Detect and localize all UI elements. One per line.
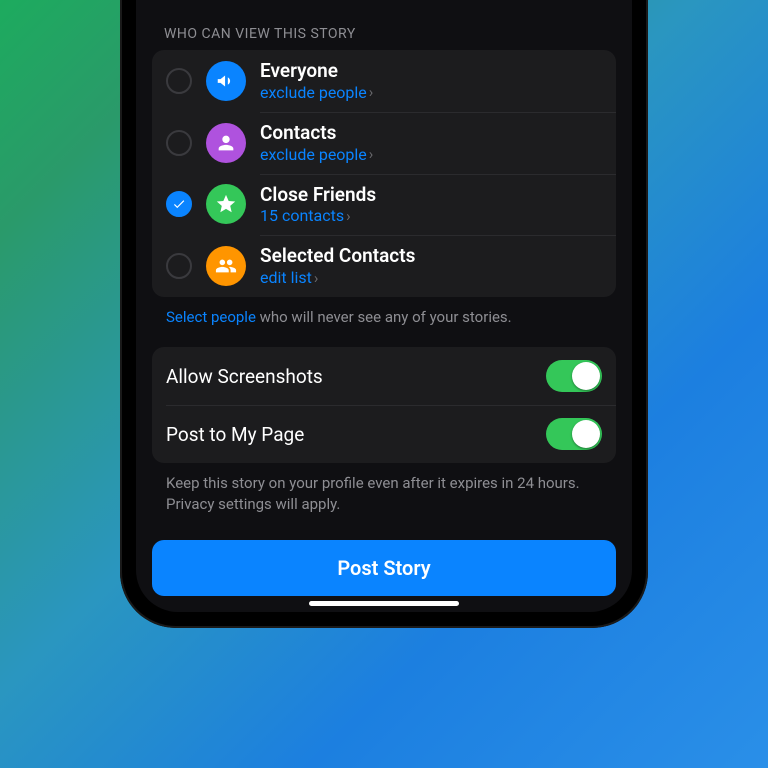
radio-icon[interactable] <box>166 68 192 94</box>
switch-icon[interactable] <box>546 360 602 392</box>
audience-row-contacts[interactable]: Contacts exclude people › <box>152 112 616 174</box>
audience-row-everyone[interactable]: Everyone exclude people › <box>152 50 616 112</box>
person-icon <box>206 123 246 163</box>
phone-frame: WHO CAN VIEW THIS STORY Everyone exclude… <box>120 0 648 628</box>
row-title: Close Friends <box>260 184 602 207</box>
chevron-right-icon: › <box>369 83 374 101</box>
screen: WHO CAN VIEW THIS STORY Everyone exclude… <box>136 0 632 612</box>
radio-icon[interactable] <box>166 253 192 279</box>
row-title: Contacts <box>260 122 602 145</box>
star-icon <box>206 184 246 224</box>
chevron-right-icon: › <box>369 145 374 163</box>
row-title: Selected Contacts <box>260 245 602 268</box>
row-title: Everyone <box>260 60 602 83</box>
audience-footer: Select people who will never see any of … <box>152 297 616 327</box>
row-sub-label: 15 contacts <box>260 206 344 225</box>
row-sub-label: edit list <box>260 268 312 287</box>
row-sub-label: exclude people <box>260 145 367 164</box>
row-sub-label: exclude people <box>260 83 367 102</box>
toggle-allow-screenshots[interactable]: Allow Screenshots <box>152 347 616 405</box>
options-card: Allow Screenshots Post to My Page <box>152 347 616 463</box>
footer-rest: who will never see any of your stories. <box>256 308 512 326</box>
toggle-label: Post to My Page <box>166 423 304 446</box>
chevron-right-icon: › <box>346 207 351 225</box>
toggle-post-to-page[interactable]: Post to My Page <box>152 405 616 463</box>
radio-icon[interactable] <box>166 191 192 217</box>
audience-row-selected-contacts[interactable]: Selected Contacts edit list › <box>152 235 616 297</box>
row-text: Everyone exclude people › <box>260 60 602 102</box>
chevron-right-icon: › <box>314 269 319 287</box>
section-header: WHO CAN VIEW THIS STORY <box>152 26 616 50</box>
audience-row-close-friends[interactable]: Close Friends 15 contacts › <box>152 174 616 236</box>
options-footer: Keep this story on your profile even aft… <box>152 463 616 514</box>
row-text: Contacts exclude people › <box>260 122 602 164</box>
radio-icon[interactable] <box>166 130 192 156</box>
row-sublink[interactable]: 15 contacts › <box>260 206 351 225</box>
row-sublink[interactable]: exclude people › <box>260 83 373 102</box>
row-text: Close Friends 15 contacts › <box>260 184 602 226</box>
post-story-button[interactable]: Post Story <box>152 540 616 596</box>
select-people-link[interactable]: Select people <box>166 308 256 326</box>
toggle-label: Allow Screenshots <box>166 365 323 388</box>
row-text: Selected Contacts edit list › <box>260 245 602 287</box>
row-sublink[interactable]: exclude people › <box>260 145 373 164</box>
home-indicator[interactable] <box>309 601 459 606</box>
audience-card: Everyone exclude people › Contacts <box>152 50 616 297</box>
row-sublink[interactable]: edit list › <box>260 268 318 287</box>
megaphone-icon <box>206 61 246 101</box>
switch-icon[interactable] <box>546 418 602 450</box>
group-icon <box>206 246 246 286</box>
